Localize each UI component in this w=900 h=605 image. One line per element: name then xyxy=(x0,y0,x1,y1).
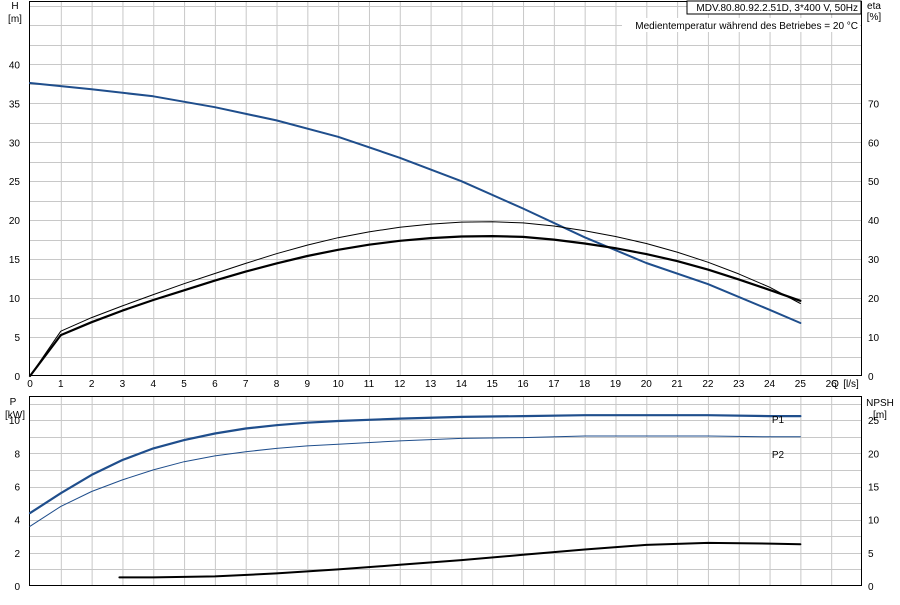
top-left-axis-label: H xyxy=(11,1,18,12)
x-tick-label: 7 xyxy=(243,379,249,390)
plot-frame-top xyxy=(29,1,862,376)
y-left-tick-label: 15 xyxy=(9,255,21,266)
npsh-tick-label: 20 xyxy=(868,449,880,460)
npsh-tick-label: 10 xyxy=(868,516,880,527)
x-axis-label: Q xyxy=(831,379,839,390)
tick-labels: 0 1 2 3 4 5 6 7 8 9 10 11 12 13 14 15 16 17 18 19 20 21 22 23 24… xyxy=(9,60,880,593)
x-tick-label: 24 xyxy=(764,379,776,390)
y-right-tick-label: 20 xyxy=(868,294,880,305)
x-tick-label: 9 xyxy=(305,379,311,390)
p-tick-label: 2 xyxy=(14,549,20,560)
y-left-tick-label: 0 xyxy=(14,372,20,383)
x-tick-label: 8 xyxy=(274,379,280,390)
npsh-tick-label: 0 xyxy=(868,582,874,593)
bottom-right-axis-label: NPSH xyxy=(866,398,894,409)
x-tick-label: 25 xyxy=(795,379,807,390)
grid-bottom xyxy=(30,397,862,586)
bottom-right-axis-unit: [m] xyxy=(873,410,887,421)
pump-curve-chart: 0 1 2 3 4 5 6 7 8 9 10 11 12 13 14 15 16 17 18 19 20 21 22 23 24… xyxy=(0,0,900,600)
x-tick-label: 5 xyxy=(181,379,187,390)
y-right-tick-label: 70 xyxy=(868,99,880,110)
x-axis-unit: [l/s] xyxy=(843,379,859,390)
x-tick-label: 20 xyxy=(641,379,653,390)
legend-p1: P1 xyxy=(772,415,785,426)
plot-frame-bottom xyxy=(29,396,862,586)
x-tick-label: 12 xyxy=(394,379,406,390)
x-tick-label: 4 xyxy=(150,379,156,390)
y-left-tick-label: 40 xyxy=(9,60,21,71)
x-tick-label: 1 xyxy=(58,379,64,390)
bottom-left-axis-unit: [kW] xyxy=(5,410,25,421)
x-tick-label: 13 xyxy=(425,379,437,390)
x-tick-label: 23 xyxy=(733,379,745,390)
y-left-tick-label: 25 xyxy=(9,177,21,188)
power-curve-p1 xyxy=(28,414,802,515)
x-tick-label: 22 xyxy=(702,379,714,390)
x-tick-label: 6 xyxy=(212,379,218,390)
y-left-tick-label: 5 xyxy=(14,333,20,344)
chart-canvas: 0 1 2 3 4 5 6 7 8 9 10 11 12 13 14 15 16 17 18 19 20 21 22 23 24… xyxy=(5,0,894,593)
p-tick-label: 8 xyxy=(14,449,20,460)
grid-top xyxy=(30,2,862,376)
legend-p2: P2 xyxy=(772,450,785,461)
y-left-tick-label: 30 xyxy=(9,138,21,149)
npsh-tick-label: 15 xyxy=(868,483,880,494)
power-curve-p2 xyxy=(29,435,801,527)
y-left-tick-label: 10 xyxy=(9,294,21,305)
p-tick-label: 0 xyxy=(14,582,20,593)
x-tick-label: 15 xyxy=(487,379,499,390)
top-left-axis-unit: [m] xyxy=(8,14,22,25)
y-right-tick-label: 50 xyxy=(868,177,880,188)
x-tick-label: 16 xyxy=(517,379,529,390)
head-curve xyxy=(29,82,802,324)
efficiency-curve-1 xyxy=(28,235,802,378)
model-label: MDV.80.80.92.2.51D, 3*400 V, 50Hz xyxy=(696,3,858,14)
x-tick-label: 21 xyxy=(672,379,684,390)
y-right-tick-label: 30 xyxy=(868,255,880,266)
p-tick-label: 6 xyxy=(14,483,20,494)
x-tick-label: 10 xyxy=(333,379,345,390)
x-tick-label: 0 xyxy=(27,379,33,390)
y-right-tick-label: 60 xyxy=(868,138,880,149)
y-right-tick-label: 0 xyxy=(868,372,874,383)
x-tick-label: 3 xyxy=(120,379,126,390)
y-right-tick-label: 10 xyxy=(868,333,880,344)
temperature-note: Medientemperatur während des Betriebes =… xyxy=(635,21,858,32)
p-tick-label: 4 xyxy=(14,516,20,527)
x-tick-label: 19 xyxy=(610,379,622,390)
top-right-axis-label: eta xyxy=(867,1,881,12)
x-tick-label: 2 xyxy=(89,379,95,390)
y-left-tick-label: 20 xyxy=(9,216,21,227)
npsh-curve xyxy=(118,541,802,579)
x-tick-label: 18 xyxy=(579,379,591,390)
npsh-tick-label: 5 xyxy=(868,549,874,560)
x-tick-label: 14 xyxy=(456,379,468,390)
y-left-tick-label: 35 xyxy=(9,99,21,110)
y-right-tick-label: 40 xyxy=(868,216,880,227)
bottom-left-axis-label: P xyxy=(10,397,17,408)
x-tick-label: 17 xyxy=(548,379,560,390)
x-tick-label: 11 xyxy=(364,379,375,390)
top-right-axis-unit: [%] xyxy=(867,12,882,23)
